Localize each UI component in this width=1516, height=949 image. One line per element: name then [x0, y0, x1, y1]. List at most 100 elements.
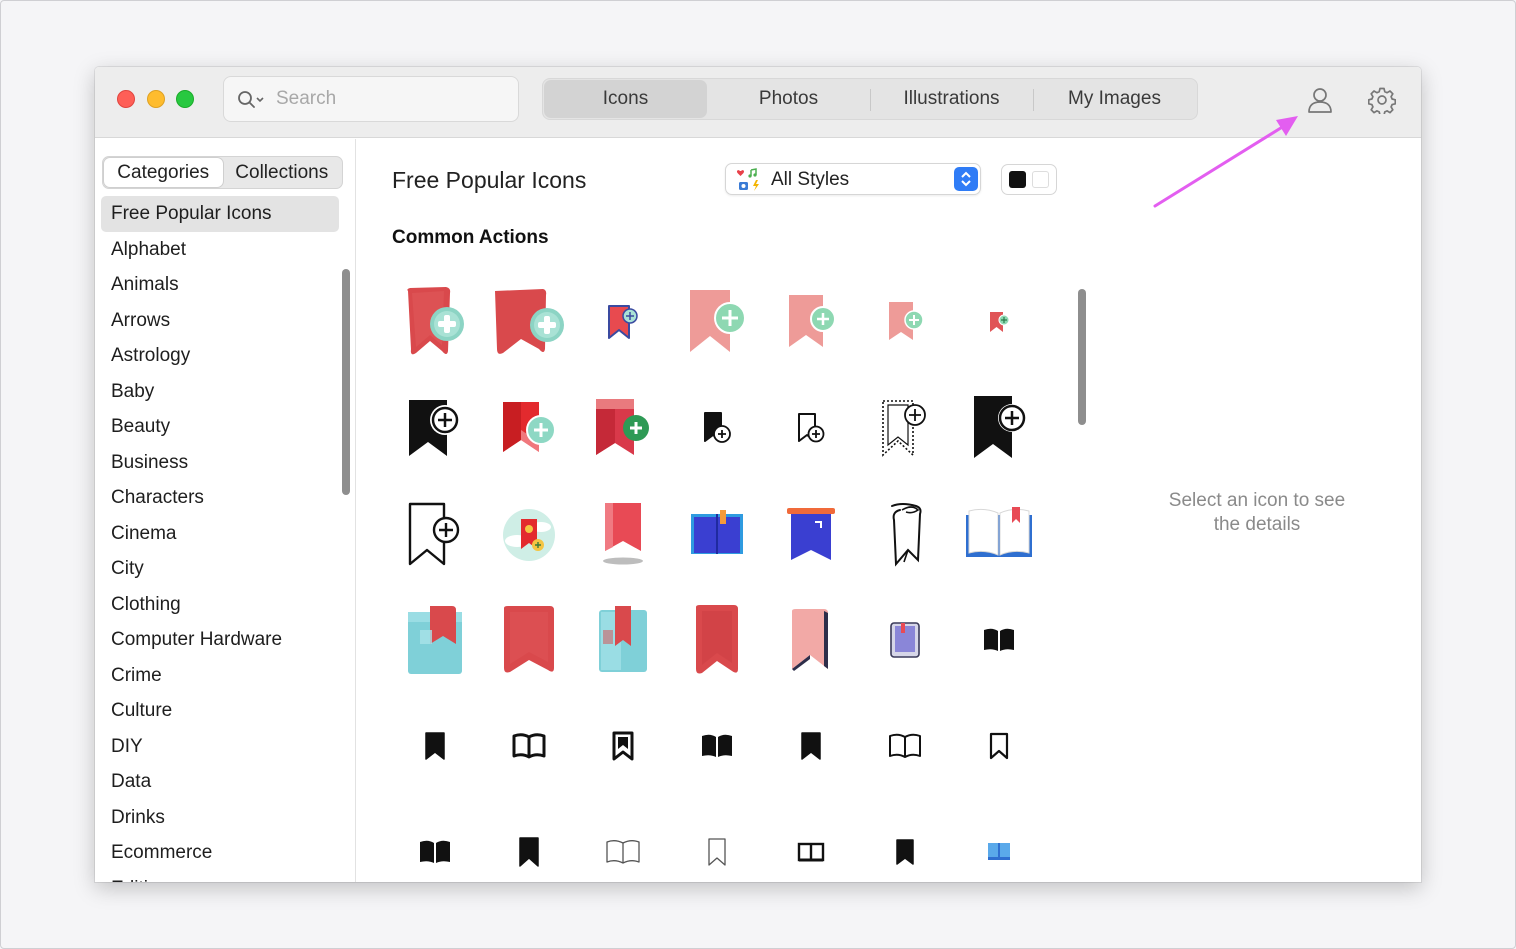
color-toggle[interactable] — [1001, 164, 1057, 195]
grid-icon[interactable] — [952, 802, 1046, 882]
grid-icon[interactable] — [952, 378, 1046, 478]
settings-button[interactable] — [1367, 85, 1397, 115]
grid-icon[interactable] — [482, 272, 576, 372]
segment-collections[interactable]: Collections — [223, 158, 342, 187]
sidebar-item-alphabet[interactable]: Alphabet — [101, 232, 339, 268]
grid-icon[interactable] — [858, 590, 952, 690]
grid-icon[interactable] — [388, 272, 482, 372]
bookmark-plus-small-icon — [608, 305, 638, 339]
style-select[interactable]: All Styles — [725, 163, 981, 195]
user-icon — [1308, 88, 1332, 113]
sidebar-item-crime[interactable]: Crime — [101, 658, 339, 694]
book-teal-3d-icon — [599, 606, 647, 672]
sidebar-item-city[interactable]: City — [101, 551, 339, 587]
grid-icon[interactable] — [670, 484, 764, 584]
sidebar-item-free-popular-icons[interactable]: Free Popular Icons — [101, 196, 339, 232]
sidebar-item-diy[interactable]: DIY — [101, 729, 339, 765]
tab-photos[interactable]: Photos — [707, 80, 870, 118]
grid-icon[interactable] — [576, 696, 670, 796]
sidebar-item-editing[interactable]: Editing — [101, 871, 339, 883]
main-scrollbar[interactable] — [1078, 289, 1086, 425]
grid-icon[interactable] — [576, 590, 670, 690]
grid-icon[interactable] — [764, 802, 858, 882]
bookmark-plus-black-icon — [409, 400, 460, 456]
sidebar-item-cinema[interactable]: Cinema — [101, 516, 339, 552]
grid-icon[interactable] — [670, 272, 764, 372]
grid-icon[interactable] — [576, 802, 670, 882]
tab-icons[interactable]: Icons — [544, 80, 707, 118]
bookmark-thin-icon — [708, 838, 726, 866]
grid-icon[interactable] — [952, 484, 1046, 584]
sidebar-scrollbar[interactable] — [342, 269, 350, 495]
bookmark-plus-pink-icon — [789, 295, 836, 347]
grid-icon[interactable] — [858, 484, 952, 584]
open-book-outline-icon — [889, 733, 921, 758]
sidebar-item-drinks[interactable]: Drinks — [101, 800, 339, 836]
grid-icon[interactable] — [764, 378, 858, 478]
grid-icon[interactable] — [858, 802, 952, 882]
grid-icon[interactable] — [858, 378, 952, 478]
grid-icon[interactable] — [388, 378, 482, 478]
grid-icon[interactable] — [670, 802, 764, 882]
bookmark-plus-outline-icon — [408, 502, 460, 566]
grid-icon[interactable] — [858, 696, 952, 796]
sidebar-item-animals[interactable]: Animals — [101, 267, 339, 303]
sidebar-item-ecommerce[interactable]: Ecommerce — [101, 835, 339, 871]
sidebar-item-data[interactable]: Data — [101, 764, 339, 800]
sidebar-item-astrology[interactable]: Astrology — [101, 338, 339, 374]
grid-icon[interactable] — [388, 696, 482, 796]
grid-icon[interactable] — [576, 378, 670, 478]
grid-icon[interactable] — [670, 590, 764, 690]
sidebar-item-arrows[interactable]: Arrows — [101, 303, 339, 339]
grid-icon[interactable] — [670, 696, 764, 796]
open-book-outline-icon — [512, 733, 546, 759]
grid-icon[interactable] — [482, 802, 576, 882]
close-button[interactable] — [117, 90, 135, 108]
grid-icon[interactable] — [388, 590, 482, 690]
grid-icon[interactable] — [764, 590, 858, 690]
grid-icon[interactable] — [388, 484, 482, 584]
bookmark-3d-icon — [696, 605, 738, 674]
grid-icon[interactable] — [482, 696, 576, 796]
grid-icon[interactable] — [670, 378, 764, 478]
grid-icon[interactable] — [482, 378, 576, 478]
grid-icon[interactable] — [952, 590, 1046, 690]
gear-icon — [1368, 87, 1396, 114]
zoom-button[interactable] — [176, 90, 194, 108]
grid-icon[interactable] — [764, 272, 858, 372]
account-button[interactable] — [1305, 85, 1335, 115]
bookmark-plus-solid-small-icon — [704, 412, 731, 443]
black-swatch[interactable] — [1009, 171, 1026, 188]
bookmark-plus-dotted-icon — [882, 400, 926, 457]
grid-icon[interactable] — [576, 272, 670, 372]
grid-icon[interactable] — [764, 696, 858, 796]
sidebar-item-culture[interactable]: Culture — [101, 693, 339, 729]
sidebar-item-computer-hardware[interactable]: Computer Hardware — [101, 622, 339, 658]
grid-icon[interactable] — [858, 272, 952, 372]
sidebar-item-baby[interactable]: Baby — [101, 374, 339, 410]
tab-my-images[interactable]: My Images — [1033, 80, 1196, 118]
sidebar-item-business[interactable]: Business — [101, 445, 339, 481]
grid-icon[interactable] — [388, 802, 482, 882]
grid-icon[interactable] — [482, 484, 576, 584]
search-input[interactable] — [276, 85, 506, 113]
bookmark-pink-icon — [792, 609, 828, 671]
sidebar-item-beauty[interactable]: Beauty — [101, 409, 339, 445]
search-box[interactable] — [223, 76, 519, 122]
white-swatch[interactable] — [1032, 171, 1049, 188]
grid-icon[interactable] — [482, 590, 576, 690]
grid-icon[interactable] — [952, 272, 1046, 372]
grid-icon[interactable] — [952, 696, 1046, 796]
grid-icon[interactable] — [576, 484, 670, 584]
minimize-button[interactable] — [147, 90, 165, 108]
sidebar-item-clothing[interactable]: Clothing — [101, 587, 339, 623]
sidebar-item-characters[interactable]: Characters — [101, 480, 339, 516]
tab-illustrations[interactable]: Illustrations — [870, 80, 1033, 118]
bookmark-cloud-icon — [503, 509, 555, 561]
grid-icon[interactable] — [764, 484, 858, 584]
book-blue-small-icon — [988, 843, 1010, 860]
segment-categories[interactable]: Categories — [104, 158, 223, 187]
empty-detail-line-2: the details — [1213, 514, 1301, 535]
toolbar: Icons Photos Illustrations My Images — [95, 67, 1421, 138]
empty-detail-message: Select an icon to see the details — [1133, 489, 1381, 537]
